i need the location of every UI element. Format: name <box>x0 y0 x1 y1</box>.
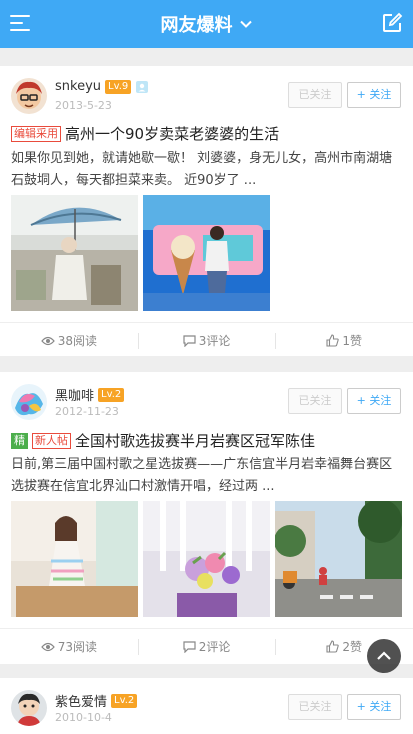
post-image[interactable] <box>11 195 138 311</box>
post-date: 2010-10-4 <box>55 711 112 724</box>
post-excerpt[interactable]: 如果你见到她，就请她歇一歇！ 刘婆婆，身无儿女，高州市南湖塘石鼓垌人，每天都担菜… <box>11 148 403 192</box>
avatar[interactable] <box>11 384 47 420</box>
username[interactable]: 紫色爱情 <box>55 691 107 710</box>
avatar[interactable] <box>11 78 47 114</box>
edit-icon[interactable] <box>381 12 403 34</box>
post-title[interactable]: 全国村歌选拔赛半月岩赛区冠军陈佳 <box>75 430 315 451</box>
like-count-label: 1赞 <box>342 334 362 348</box>
read-count-label: 73阅读 <box>57 640 97 654</box>
post-date: 2012-11-23 <box>55 405 119 418</box>
like-count-label: 2赞 <box>342 640 362 654</box>
comment-count-label: 2评论 <box>198 640 231 654</box>
top-bar: 网友爆料 <box>0 0 413 48</box>
post-title[interactable]: 高州一个90岁卖菜老婆婆的生活 <box>65 123 279 144</box>
comment-icon <box>183 334 196 347</box>
post-author-row: 紫色爱情 Lv.2 2010-10-4 已关注 + 关注 <box>0 678 413 734</box>
back-to-top-button[interactable] <box>367 639 401 673</box>
post-author-row: 黑咖啡 Lv.2 2012-11-23 已关注 + 关注 <box>0 372 413 432</box>
featured-tag: 精 <box>11 432 28 449</box>
verified-badge-icon <box>136 80 149 93</box>
post-card[interactable]: snkeyu Lv.9 2013-5-23 已关注 + 关注 编辑采用 高州一个… <box>0 66 413 356</box>
post-image[interactable] <box>275 501 402 617</box>
level-badge: Lv.2 <box>98 387 125 402</box>
menu-icon[interactable] <box>10 14 32 34</box>
comment-button[interactable]: 2评论 <box>137 629 276 664</box>
thumbs-up-icon <box>326 640 340 653</box>
follow-button[interactable]: + 关注 <box>347 388 401 414</box>
like-button[interactable]: 1赞 <box>275 323 413 358</box>
comment-count-label: 3评论 <box>198 334 231 348</box>
post-image[interactable] <box>11 501 138 617</box>
username[interactable]: snkeyu <box>55 79 101 94</box>
follow-button[interactable]: + 关注 <box>347 694 401 720</box>
editor-pick-tag: 编辑采用 <box>11 125 61 142</box>
followed-button[interactable]: 已关注 <box>288 388 342 414</box>
post-date: 2013-5-23 <box>55 99 112 112</box>
comment-button[interactable]: 3评论 <box>137 323 276 358</box>
chevron-up-icon <box>377 651 391 660</box>
chevron-down-icon <box>239 20 252 28</box>
avatar[interactable] <box>11 690 47 726</box>
read-count-label: 38阅读 <box>57 334 97 348</box>
followed-button[interactable]: 已关注 <box>288 82 342 108</box>
comment-icon <box>183 640 196 653</box>
eye-icon <box>40 642 55 651</box>
page-title-dropdown[interactable]: 网友爆料 <box>161 11 253 37</box>
post-title-row[interactable]: 编辑采用 高州一个90岁卖菜老婆婆的生活 <box>11 123 279 144</box>
eye-icon <box>40 336 55 345</box>
follow-button[interactable]: + 关注 <box>347 82 401 108</box>
thumbs-up-icon <box>326 334 340 347</box>
username[interactable]: 黑咖啡 <box>55 385 94 404</box>
post-card[interactable]: 黑咖啡 Lv.2 2012-11-23 已关注 + 关注 精 新人帖 全国村歌选… <box>0 372 413 664</box>
post-stats-bar: 38阅读 3评论 1赞 <box>0 322 413 358</box>
post-title-row[interactable]: 精 新人帖 全国村歌选拔赛半月岩赛区冠军陈佳 <box>11 430 315 451</box>
page-title: 网友爆料 <box>160 15 233 36</box>
new-user-tag: 新人帖 <box>32 432 71 449</box>
read-count: 73阅读 <box>0 629 138 664</box>
read-count: 38阅读 <box>0 323 138 358</box>
followed-button[interactable]: 已关注 <box>288 694 342 720</box>
post-image[interactable] <box>143 501 270 617</box>
post-image[interactable] <box>143 195 270 311</box>
level-badge: Lv.2 <box>111 693 138 708</box>
level-badge: Lv.9 <box>105 79 132 94</box>
post-excerpt[interactable]: 日前,第三届中国村歌之星选拔赛——广东信宜半月岩幸福舞台赛区选拔赛在信宜北界汕口… <box>11 454 403 498</box>
post-stats-bar: 73阅读 2评论 2赞 <box>0 628 413 664</box>
post-author-row: snkeyu Lv.9 2013-5-23 已关注 + 关注 <box>0 66 413 126</box>
post-card[interactable]: 紫色爱情 Lv.2 2010-10-4 已关注 + 关注 <box>0 678 413 734</box>
